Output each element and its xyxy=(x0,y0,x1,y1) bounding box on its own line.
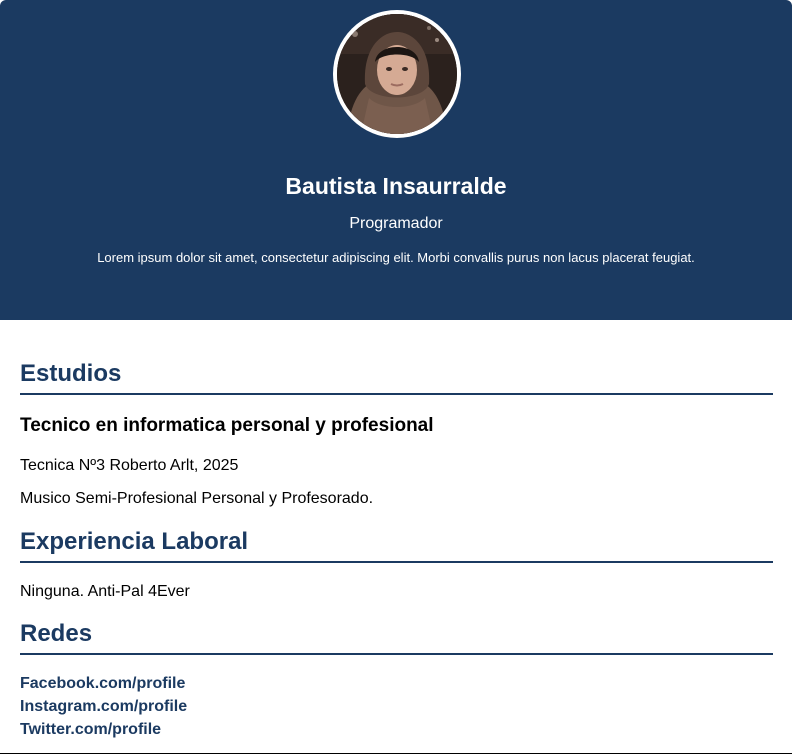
cv-page: Bautista Insaurralde Programador Lorem i… xyxy=(0,0,792,754)
profile-header: Bautista Insaurralde Programador Lorem i… xyxy=(0,0,792,320)
avatar xyxy=(333,10,461,138)
profile-role: Programador xyxy=(349,215,443,232)
social-link-instagram[interactable]: Instagram.com/profile xyxy=(20,697,187,717)
experience-text: Ninguna. Anti-Pal 4Ever xyxy=(20,583,190,600)
education-extra: Musico Semi-Profesional Personal y Profe… xyxy=(20,490,374,507)
education-degree: Tecnico en informatica personal y profes… xyxy=(20,415,434,436)
profile-name: Bautista Insaurralde xyxy=(285,173,507,199)
social-link-twitter[interactable]: Twitter.com/profile xyxy=(20,720,161,740)
profile-bio: Lorem ipsum dolor sit amet, consectetur … xyxy=(97,250,695,265)
section-title-education: Estudios xyxy=(20,360,773,395)
social-link-facebook[interactable]: Facebook.com/profile xyxy=(20,674,185,694)
section-title-social: Redes xyxy=(20,620,773,655)
section-title-experience: Experiencia Laboral xyxy=(20,528,773,563)
education-school: Tecnica Nº3 Roberto Arlt, 2025 xyxy=(20,457,239,474)
avatar-photo xyxy=(337,14,457,134)
